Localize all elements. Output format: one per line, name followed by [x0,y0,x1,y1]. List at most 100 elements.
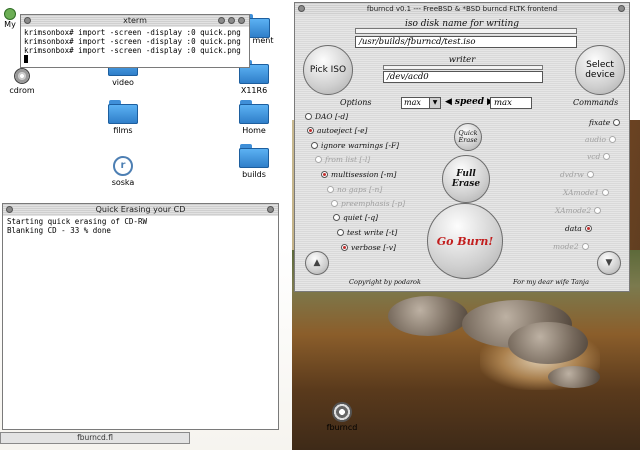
command-dvdrw[interactable]: dvdrw [560,170,594,179]
command-radio[interactable] [586,171,594,178]
scroll-down-button[interactable]: ▼ [597,251,621,275]
command-xamode2[interactable]: XAmode2 [555,206,602,215]
desktop-icon-label: Home [242,126,266,135]
speed-label: speed [454,97,485,107]
iso-scroll-strip[interactable] [355,28,577,34]
command-audio[interactable]: audio [585,135,617,144]
command-label: vcd [587,152,601,161]
pick-iso-button[interactable]: Pick ISO [303,45,353,95]
command-vcd[interactable]: vcd [587,152,611,161]
command-xamode1[interactable]: XAmode1 [563,188,610,197]
option-label: autoeject [-e] [317,126,368,135]
speed-left-arrow-icon[interactable]: ◀ [445,97,452,107]
command-radio[interactable] [603,153,611,160]
terminal-output[interactable]: krimsonbox# import -screen -display :0 q… [21,27,249,67]
quick-erase-window[interactable]: Quick Erasing your CD Starting quick era… [2,203,279,430]
shade-icon[interactable] [267,206,274,213]
iso-path-field[interactable]: /usr/builds/fburncd/test.iso [355,36,577,48]
close-icon[interactable] [24,17,31,24]
option-radio[interactable] [321,171,328,178]
option-radio[interactable] [327,186,334,193]
minimize-icon[interactable] [218,17,225,24]
folder-icon [239,144,269,168]
chevron-down-icon[interactable]: ▼ [429,98,440,108]
option-radio[interactable] [337,229,344,236]
desktop-icon-label: cdrom [9,86,35,95]
go-burn-button[interactable]: Go Burn! [427,203,503,279]
desktop-icon-label: fburncd [326,423,358,432]
option-multisession[interactable]: multisession [-m] [321,170,396,179]
xterm-window[interactable]: xterm krimsonbox# import -screen -displa… [20,14,250,68]
desktop-icon-label: films [113,126,133,135]
command-label: audio [585,135,607,144]
command-radio[interactable] [602,189,610,196]
desktop-icon-label: builds [242,170,266,179]
chevron-down-icon: ▼ [605,258,613,268]
command-label: XAmode2 [555,206,592,215]
command-radio[interactable] [613,119,621,126]
maximize-icon[interactable] [228,17,235,24]
gear-icon [332,402,352,422]
log-line: Blanking CD - 33 % done [7,226,111,235]
chevron-up-icon: ▲ [313,258,321,268]
option-test-write[interactable]: test write [-t] [337,228,397,237]
taskbar-item-fburncd-fl[interactable]: fburncd.fl [0,432,190,444]
log-line: Starting quick erasing of CD-RW [7,217,147,226]
option-quiet[interactable]: quiet [-q] [333,213,378,222]
scroll-up-button[interactable]: ▲ [305,251,329,275]
fburncd-window[interactable]: fburncd v0.1 --- FreeBSD & *BSD burncd F… [294,2,630,292]
close-icon[interactable] [6,206,13,213]
command-data[interactable]: data [565,224,592,233]
fburncd-panel: iso disk name for writing /usr/builds/fb… [295,15,629,291]
option-label: no gaps [-n] [337,185,383,194]
full-erase-button[interactable]: Full Erase [442,155,490,203]
dedication-text: For my dear wife Tanja [513,278,589,286]
option-radio[interactable] [315,156,322,163]
quick-erase-button[interactable]: Quick Erase [454,123,482,151]
option-label: preemphasis [-p] [341,199,406,208]
select-device-button[interactable]: Select device [575,45,625,95]
shade-icon[interactable] [618,5,625,12]
cdrom-icon [14,68,30,84]
desktop-icon-label: ment [252,36,274,45]
terminal-line: krimsonbox# import -screen -display :0 q… [24,28,241,37]
option-label: ignore warnings [-F] [321,141,400,150]
command-label: fixate [589,118,611,127]
command-mode2[interactable]: mode2 [553,242,589,251]
terminal-cursor [24,55,28,63]
option-from-list[interactable]: from list [-l] [315,155,370,164]
command-radio[interactable] [581,243,589,250]
writer-scroll-strip[interactable] [383,65,543,70]
writer-device-field[interactable]: /dev/acd0 [383,71,543,83]
desktop-icon-home[interactable]: Home [224,100,284,135]
command-label: data [565,224,582,233]
shade-icon[interactable] [238,17,245,24]
option-label: multisession [-m] [331,170,397,179]
option-ignore-warnings[interactable]: ignore warnings [-F] [311,141,399,150]
option-dao[interactable]: DAO [-d] [305,112,348,121]
command-radio[interactable] [609,136,617,143]
command-fixate[interactable]: fixate [589,118,621,127]
quick-erase-label: Quick Erase [458,129,478,144]
desktop-icon-cdrom[interactable]: cdrom [0,68,52,95]
close-icon[interactable] [298,5,305,12]
option-preemphasis[interactable]: preemphasis [-p] [331,199,405,208]
speed-value-field[interactable]: max [490,97,532,109]
option-radio[interactable] [311,142,318,149]
desktop-icon-soska[interactable]: r soska [93,156,153,187]
rock [548,366,600,388]
desktop-icon-films[interactable]: films [93,100,153,135]
desktop-icon-fburncd[interactable]: fburncd [312,402,372,432]
option-radio[interactable] [307,127,314,134]
speed-select[interactable]: max ▼ [401,97,441,109]
option-verbose[interactable]: verbose [-v] [341,243,396,252]
option-autoeject[interactable]: autoeject [-e] [307,126,367,135]
desktop-icon-builds[interactable]: builds [224,144,284,179]
command-radio[interactable] [594,207,602,214]
command-radio[interactable] [584,225,592,232]
option-radio[interactable] [333,214,340,221]
option-radio[interactable] [305,113,312,120]
option-radio[interactable] [331,200,338,207]
option-no-gaps[interactable]: no gaps [-n] [327,185,382,194]
option-radio[interactable] [341,244,348,251]
